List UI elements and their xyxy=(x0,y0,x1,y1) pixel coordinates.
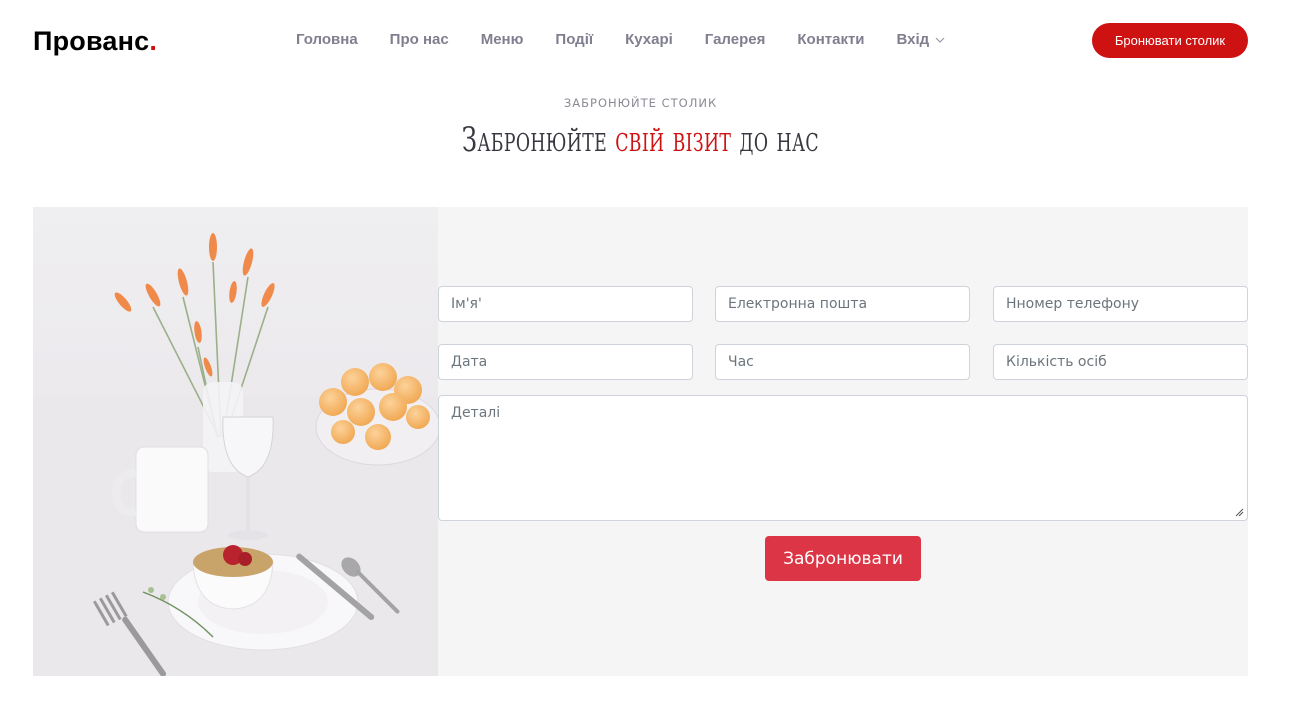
section-title: Забронюйте свій візит до нас xyxy=(179,120,1101,160)
submit-reservation-button[interactable]: Забронювати xyxy=(765,536,921,581)
book-table-button[interactable]: Бронювати столик xyxy=(1092,23,1248,58)
section-title-before: Забронюйте xyxy=(461,120,616,160)
nav-item-chefs[interactable]: Кухарі xyxy=(625,31,673,48)
brand-name: Прованс xyxy=(33,26,150,56)
nav-item-menu[interactable]: Меню xyxy=(481,31,524,48)
resize-handle-icon[interactable] xyxy=(1235,508,1244,517)
section-subtitle: ЗАБРОНЮЙТЕ СТОЛИК xyxy=(563,96,718,110)
time-input[interactable]: Час xyxy=(715,344,970,380)
date-input[interactable]: Дата xyxy=(438,344,693,380)
site-header: Прованс. Головна Про нас Меню Події Куха… xyxy=(0,0,1301,80)
name-input[interactable]: Ім'я' xyxy=(438,286,693,322)
email-input[interactable]: Електронна пошта xyxy=(715,286,970,322)
main-nav: Головна Про нас Меню Події Кухарі Галере… xyxy=(296,31,945,48)
brand-dot: . xyxy=(149,26,158,56)
nav-item-login-label: Вхід xyxy=(896,31,930,48)
people-count-input[interactable]: Кількість осіб xyxy=(993,344,1248,380)
table-setting-illustration xyxy=(33,207,438,676)
nav-item-contacts[interactable]: Контакти xyxy=(797,31,864,48)
section-title-accent: свій візит xyxy=(615,120,732,160)
nav-item-home[interactable]: Головна xyxy=(296,31,358,48)
chevron-down-icon xyxy=(935,37,945,43)
details-placeholder: Деталі xyxy=(451,405,501,421)
nav-item-gallery[interactable]: Галерея xyxy=(705,31,766,48)
phone-input[interactable]: Нномер телефону xyxy=(993,286,1248,322)
nav-item-about[interactable]: Про нас xyxy=(390,31,449,48)
nav-item-events[interactable]: Події xyxy=(555,31,593,48)
table-setting-photo xyxy=(33,207,438,676)
section-title-after: до нас xyxy=(731,120,819,160)
nav-item-login-dropdown[interactable]: Вхід xyxy=(897,31,946,48)
brand-logo[interactable]: Прованс. xyxy=(33,26,157,57)
details-textarea[interactable]: Деталі xyxy=(438,395,1248,521)
